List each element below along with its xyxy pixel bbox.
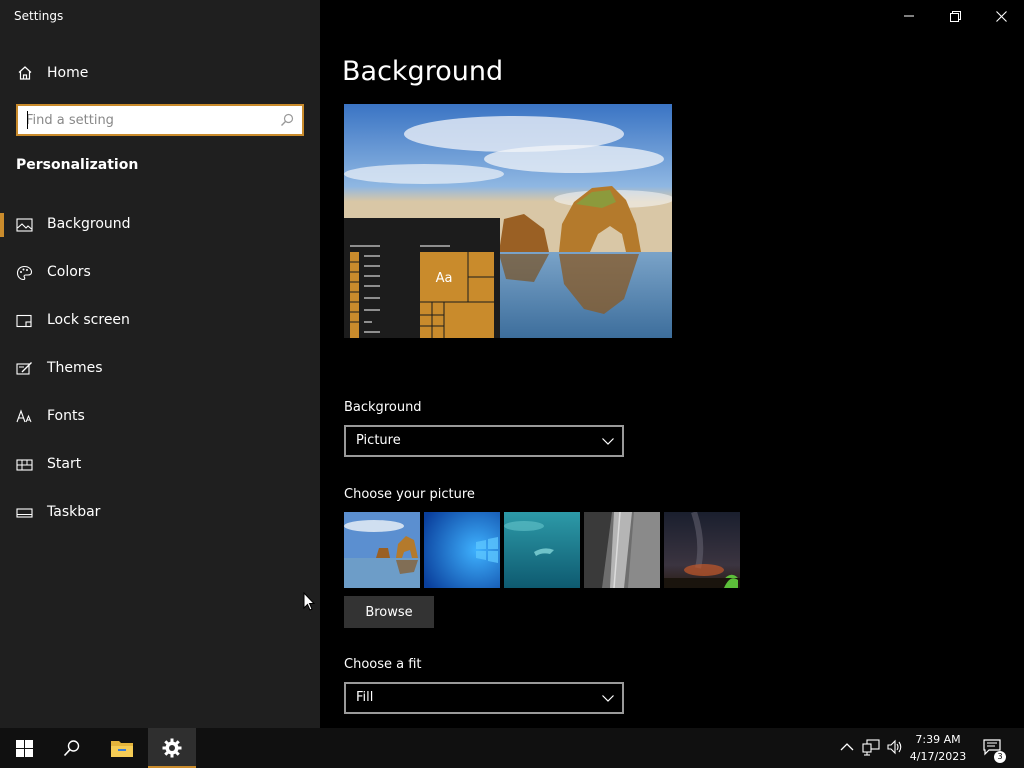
clock[interactable]: 7:39 AM 4/17/2023 [906, 731, 970, 765]
lock-screen-icon [16, 314, 32, 328]
image-icon [16, 218, 33, 232]
sidebar-item-background[interactable]: Background [0, 205, 320, 245]
main-content: Background Aa Background Picture Choose … [320, 0, 1024, 728]
picture-thumbnail-rock-face[interactable] [584, 512, 660, 588]
minimize-icon [904, 15, 914, 17]
restore-icon [949, 10, 961, 22]
home-icon [18, 66, 32, 80]
search-icon [63, 740, 80, 757]
gear-icon [162, 738, 182, 758]
picture-thumbnail-windows-blue[interactable] [424, 512, 500, 588]
dropdown-value: Picture [356, 433, 401, 448]
palette-icon [16, 265, 33, 281]
sidebar-item-label: Fonts [47, 408, 85, 424]
search-icon[interactable] [280, 113, 294, 127]
background-preview: Aa [344, 104, 672, 338]
windows-logo-icon [15, 739, 33, 757]
themes-icon [16, 362, 32, 375]
restore-button[interactable] [932, 0, 978, 32]
preview-tile-text: Aa [436, 271, 453, 286]
sidebar-item-taskbar[interactable]: Taskbar [0, 493, 320, 533]
chevron-down-icon [602, 695, 614, 702]
notification-count-badge: 3 [994, 751, 1006, 763]
picture-thumbnail-underwater[interactable] [504, 512, 580, 588]
chevron-up-icon[interactable] [838, 738, 856, 756]
sidebar-item-label: Taskbar [47, 504, 101, 520]
page-title: Background [342, 56, 504, 87]
fonts-icon [16, 409, 32, 423]
chevron-down-icon [602, 438, 614, 445]
sidebar-item-themes[interactable]: Themes [0, 349, 320, 389]
picture-thumbnails [344, 512, 744, 588]
close-icon [995, 10, 1007, 22]
start-button[interactable] [0, 728, 48, 768]
file-explorer-button[interactable] [98, 728, 146, 768]
sidebar-item-label: Background [47, 216, 131, 232]
fit-dropdown[interactable]: Fill [344, 682, 624, 714]
sidebar-item-label: Themes [47, 360, 103, 376]
sidebar-item-label: Colors [47, 264, 91, 280]
start-icon [16, 459, 33, 471]
background-type-label: Background [344, 400, 422, 415]
sidebar-item-label: Start [47, 456, 82, 472]
clock-time: 7:39 AM [915, 733, 961, 746]
browse-button[interactable]: Browse [344, 596, 434, 628]
clock-date: 4/17/2023 [909, 750, 967, 763]
picture-thumbnail-night-sky[interactable] [664, 512, 740, 588]
taskbar: 7:39 AM 4/17/2023 [0, 728, 1024, 768]
volume-icon[interactable] [886, 738, 904, 756]
search-box[interactable] [16, 104, 304, 136]
app-title: Settings [14, 9, 64, 23]
picture-thumbnail-beach-arch[interactable] [344, 512, 420, 588]
network-icon[interactable] [862, 738, 880, 756]
dropdown-value: Fill [356, 690, 374, 705]
choose-picture-label: Choose your picture [344, 487, 475, 502]
preview-scene: Aa [344, 104, 672, 338]
taskbar-icon [16, 508, 33, 518]
sidebar-item-lock-screen[interactable]: Lock screen [0, 301, 320, 341]
section-title: Personalization [16, 157, 139, 173]
sidebar-item-label: Lock screen [47, 312, 130, 328]
sidebar-item-fonts[interactable]: Fonts [0, 397, 320, 437]
home-label: Home [47, 65, 89, 81]
sidebar-item-colors[interactable]: Colors [0, 253, 320, 293]
minimize-button[interactable] [886, 0, 932, 32]
folder-icon [111, 741, 133, 757]
sidebar-item-start[interactable]: Start [0, 445, 320, 485]
home-link[interactable]: Home [0, 58, 320, 88]
settings-taskbar-button[interactable] [148, 728, 196, 768]
text-caret [27, 111, 28, 129]
background-type-dropdown[interactable]: Picture [344, 425, 624, 457]
search-taskbar-button[interactable] [48, 728, 96, 768]
search-input[interactable] [26, 111, 270, 129]
sidebar: Settings Home Personalization Background… [0, 0, 320, 728]
close-button[interactable] [978, 0, 1024, 32]
choose-fit-label: Choose a fit [344, 657, 422, 672]
mouse-cursor-icon [303, 592, 315, 611]
